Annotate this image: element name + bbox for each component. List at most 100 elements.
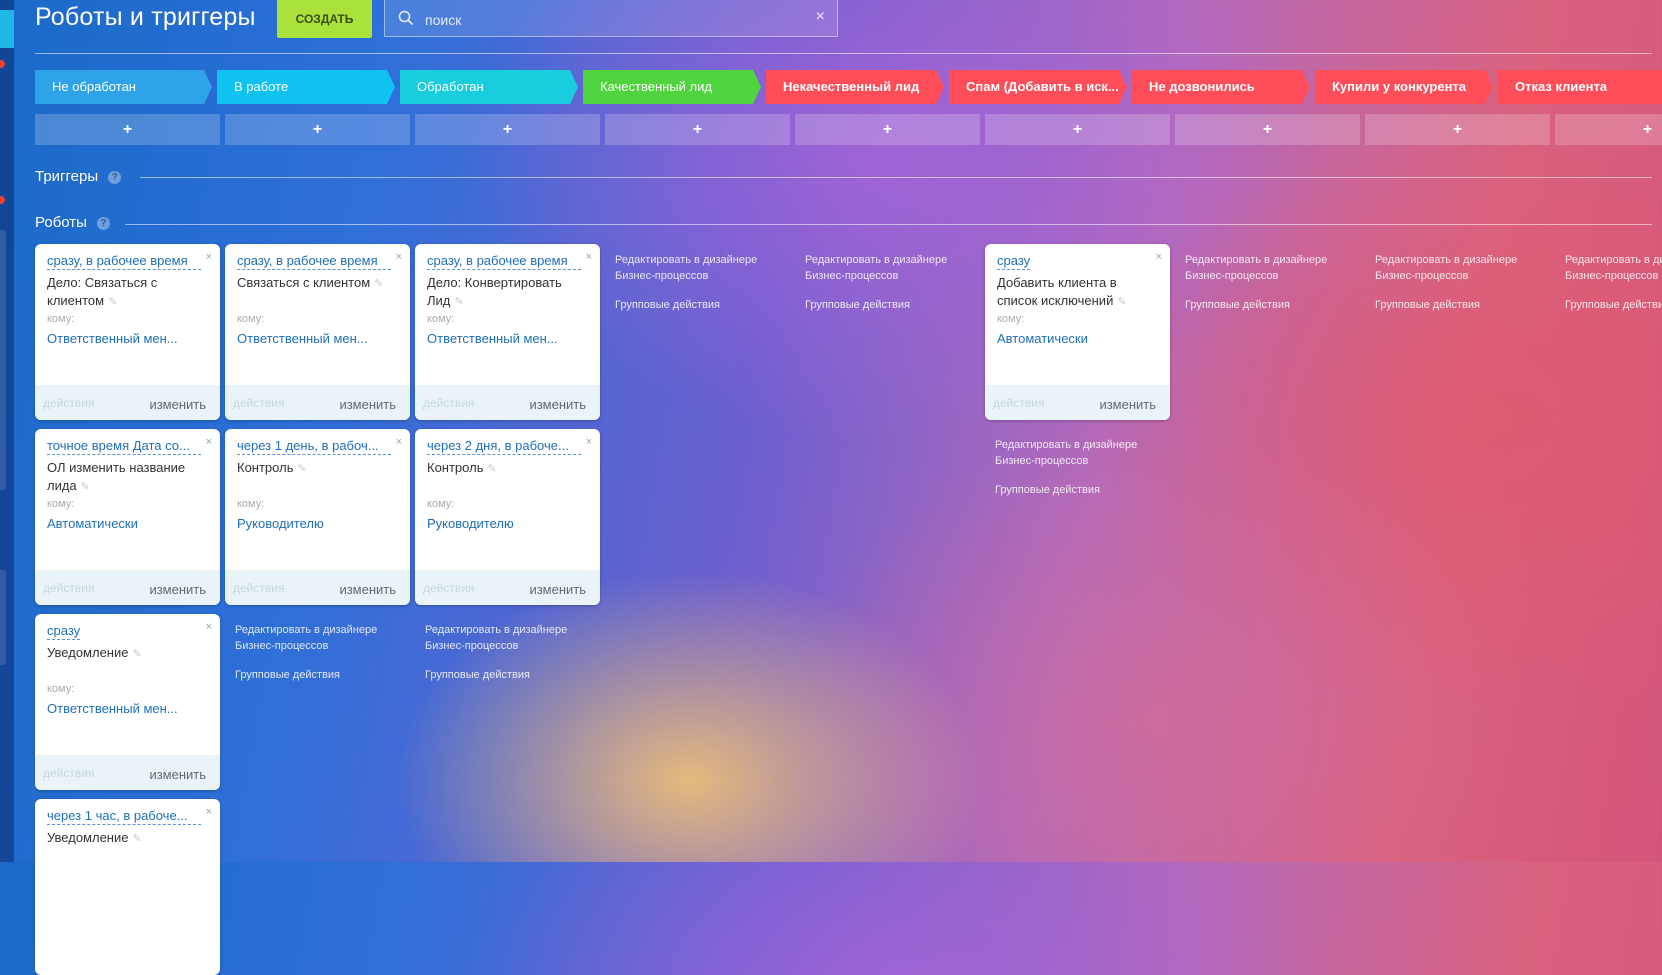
group-actions-link[interactable]: Групповые действия [615,297,780,313]
actions-label: действия [43,396,95,410]
robot-timing-link[interactable]: через 1 день, в рабоч... [237,438,391,455]
close-icon[interactable]: × [206,806,212,818]
group-actions-link[interactable]: Групповые действия [1565,297,1662,313]
recipient-link[interactable]: Руководителю [237,516,397,531]
add-robot-button[interactable]: + [35,114,220,145]
recipient-label: кому: [47,683,75,695]
robot-card[interactable]: сразу, в рабочее время × Дело: Конвертир… [415,244,600,420]
designer-link-line: Бизнес-процессов [615,270,709,282]
add-robot-button[interactable]: + [605,114,790,145]
search-input[interactable] [423,9,787,31]
pencil-icon[interactable]: ✎ [132,648,141,660]
help-icon[interactable]: ? [96,217,110,230]
robot-timing-link[interactable]: сразу, в рабочее время [47,253,201,270]
edit-robot-link[interactable]: изменить [1099,397,1156,412]
close-icon[interactable]: × [206,621,212,633]
robot-card[interactable]: сразу × Уведомление ✎ кому: Ответственный… [35,614,220,790]
pencil-icon[interactable]: ✎ [108,296,117,308]
group-actions-link[interactable]: Групповые действия [235,667,400,683]
designer-link-line: Бизнес-процессов [425,640,519,652]
group-actions-link[interactable]: Групповые действия [425,667,590,683]
edit-robot-link[interactable]: изменить [149,582,206,597]
pencil-icon[interactable]: ✎ [1117,296,1126,308]
pencil-icon[interactable]: ✎ [297,463,306,475]
add-robot-button[interactable]: + [1365,114,1550,145]
close-icon[interactable]: × [396,251,402,263]
designer-link[interactable]: Редактировать в дизайнере Бизнес-процессо… [805,252,970,284]
stage-tab[interactable]: Качественный лид [583,70,761,104]
robot-card[interactable]: сразу, в рабочее время × Дело: Связаться… [35,244,220,420]
stage-tab[interactable]: Не дозвонились [1132,70,1310,104]
robot-timing-link[interactable]: через 1 час, в рабоче... [47,808,201,825]
robot-card[interactable]: через 2 дня, в рабоче... × Контроль ✎ ком… [415,429,600,605]
group-actions-link[interactable]: Групповые действия [1185,297,1350,313]
recipient-link[interactable]: Ответственный мен... [427,331,587,346]
recipient-link[interactable]: Руководителю [427,516,587,531]
close-icon[interactable]: × [586,251,592,263]
designer-link[interactable]: Редактировать в дизайнере Бизнес-процессо… [615,252,780,284]
pencil-icon[interactable]: ✎ [487,463,496,475]
edit-robot-link[interactable]: изменить [149,397,206,412]
edit-robot-link[interactable]: изменить [529,397,586,412]
designer-link[interactable]: Редактировать в дизайнере Бизнес-процессо… [1375,252,1540,284]
recipient-link[interactable]: Ответственный мен... [47,701,207,716]
designer-link[interactable]: Редактировать в дизайнере Бизнес-процессо… [425,622,590,654]
add-robot-button[interactable]: + [795,114,980,145]
edit-robot-link[interactable]: изменить [149,767,206,782]
recipient-link[interactable]: Автоматически [997,331,1157,346]
edit-robot-link[interactable]: изменить [339,582,396,597]
left-rail-active-tick[interactable] [0,10,14,48]
close-icon[interactable]: × [206,436,212,448]
robot-timing-link[interactable]: сразу, в рабочее время [427,253,581,270]
designer-link[interactable]: Редактировать в дизайнере Бизнес-процессо… [1185,252,1350,284]
close-icon[interactable]: × [1156,251,1162,263]
page-title: Роботы и триггеры [35,3,256,31]
stage-tab[interactable]: Купили у конкурента [1315,70,1493,104]
pencil-icon[interactable]: ✎ [132,833,141,845]
add-robot-button[interactable]: + [985,114,1170,145]
clear-search-icon[interactable]: × [816,8,825,26]
close-icon[interactable]: × [206,251,212,263]
help-icon[interactable]: ? [108,171,122,184]
designer-link[interactable]: Редактировать в дизайнере Бизнес-процессо… [235,622,400,654]
add-robot-button[interactable]: + [1175,114,1360,145]
robot-timing-link[interactable]: через 2 дня, в рабоче... [427,438,581,455]
robot-timing-link[interactable]: сразу [997,253,1031,270]
close-icon[interactable]: × [396,436,402,448]
stage-tab[interactable]: Не обработан [35,70,212,104]
designer-link-line: Бизнес-процессов [805,270,899,282]
robot-card[interactable]: точное время Дата со... × ОЛ изменить на… [35,429,220,605]
edit-robot-link[interactable]: изменить [529,582,586,597]
add-robot-button[interactable]: + [415,114,600,145]
robot-card[interactable]: сразу, в рабочее время × Связаться с кли… [225,244,410,420]
add-robot-button[interactable]: + [225,114,410,145]
group-actions-link[interactable]: Групповые действия [1375,297,1540,313]
designer-link[interactable]: Редактировать в дизайнере Бизнес-процессо… [995,437,1160,469]
robot-card[interactable]: через 1 день, в рабоч... × Контроль ✎ ком… [225,429,410,605]
stage-tab[interactable]: Спам (Добавить в иск... [949,70,1127,104]
robot-card[interactable]: сразу × Добавить клиента в список исключ… [985,244,1170,420]
recipient-link[interactable]: Автоматически [47,516,207,531]
group-actions-link[interactable]: Групповые действия [805,297,970,313]
stage-tab[interactable]: Обработан [400,70,578,104]
pencil-icon[interactable]: ✎ [454,296,463,308]
stage-tab[interactable]: В работе [217,70,395,104]
pencil-icon[interactable]: ✎ [374,278,383,290]
robot-timing-link[interactable]: сразу [47,623,81,640]
recipient-link[interactable]: Ответственный мен... [237,331,397,346]
add-robot-button[interactable]: + [1555,114,1662,145]
robot-timing-link[interactable]: точное время Дата со... [47,438,201,455]
stage-tab[interactable]: Отказ клиента [1498,70,1662,104]
group-actions-link[interactable]: Групповые действия [995,482,1160,498]
stage-tab[interactable]: Некачественный лид [766,70,944,104]
recipient-link[interactable]: Ответственный мен... [47,331,207,346]
pencil-icon[interactable]: ✎ [81,481,90,493]
robot-timing-link[interactable]: сразу, в рабочее время [237,253,391,270]
search-box[interactable]: × [384,0,838,37]
designer-link[interactable]: Редактировать в дизайнере Бизнес-процессо… [1565,252,1662,284]
create-button[interactable]: СОЗДАТЬ [277,0,372,38]
robot-title: Уведомление ✎ [47,644,207,663]
robot-card[interactable]: через 1 час, в рабоче... × Уведомление ✎ [35,799,220,975]
close-icon[interactable]: × [586,436,592,448]
edit-robot-link[interactable]: изменить [339,397,396,412]
